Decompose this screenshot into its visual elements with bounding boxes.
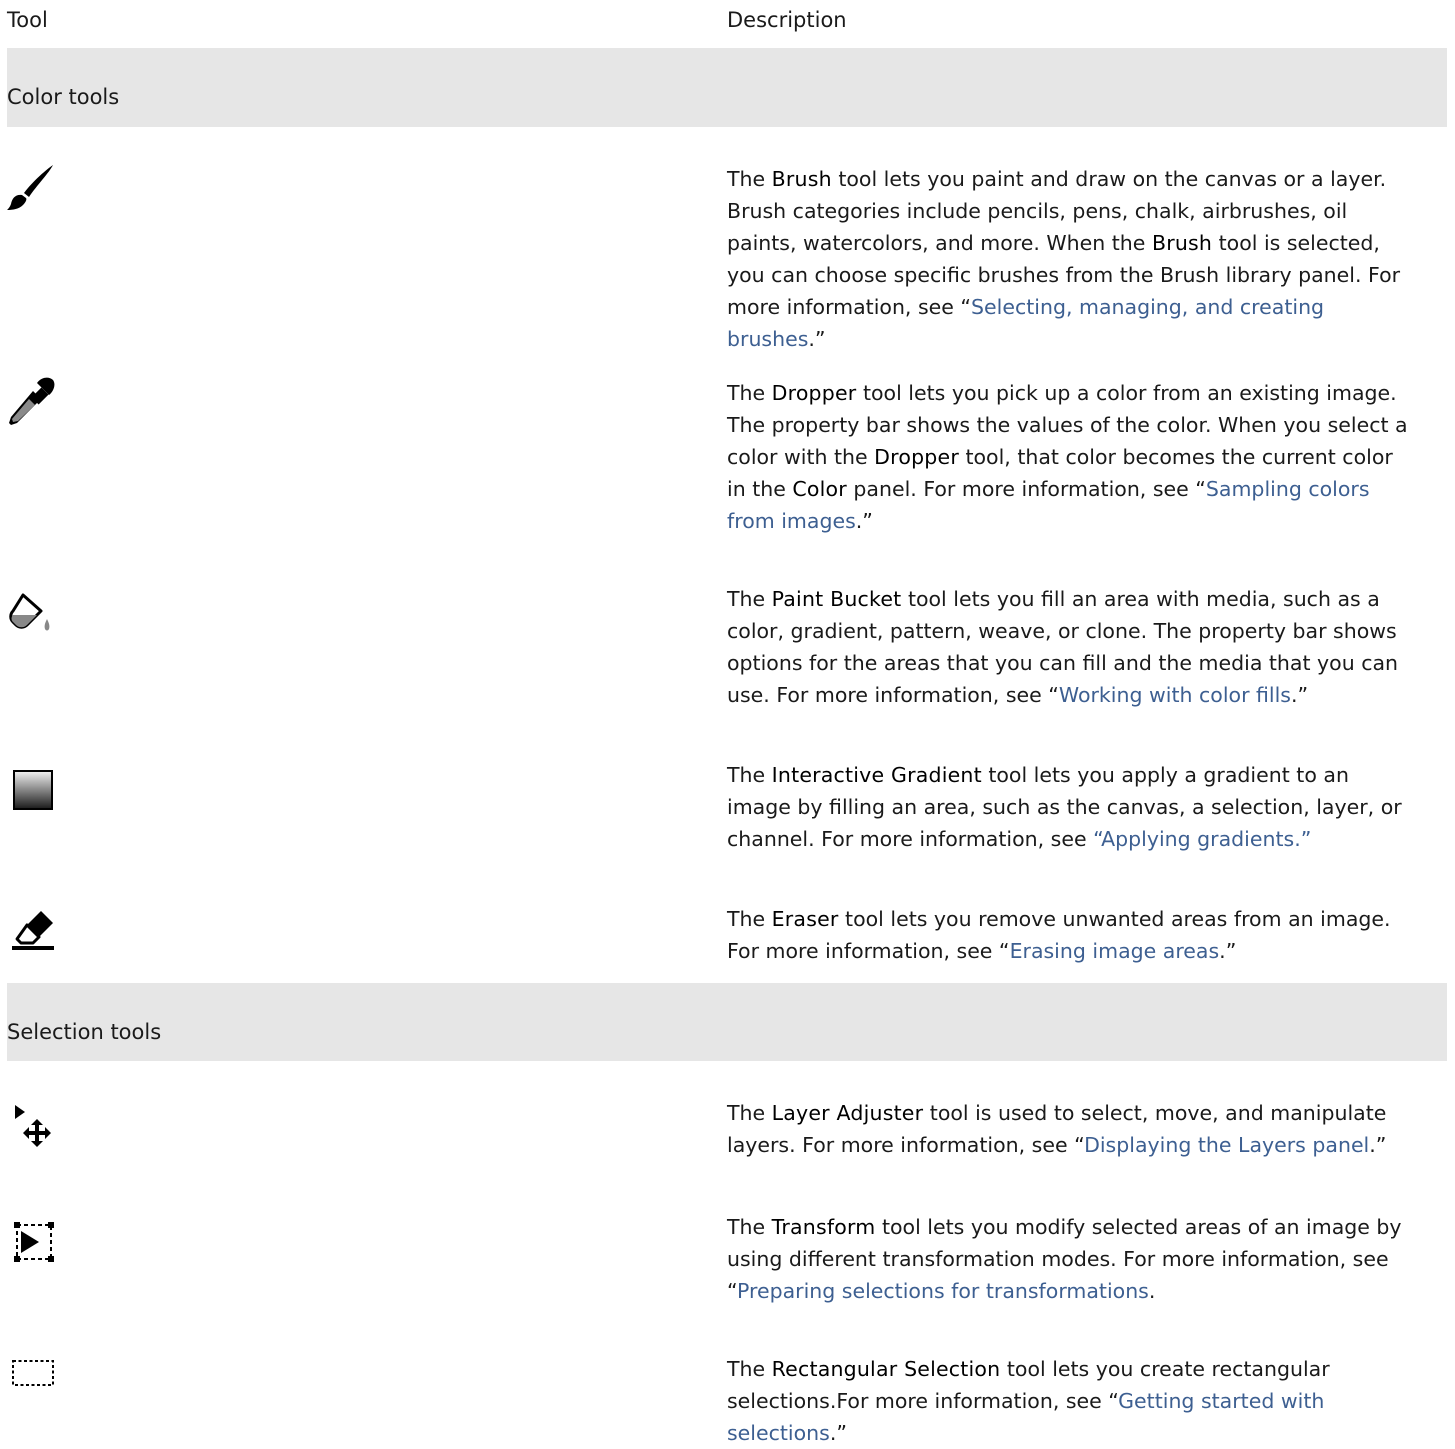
tool-name: Brush	[1151, 231, 1213, 255]
brush-description: The Brush tool lets you paint and draw o…	[727, 167, 1401, 351]
tool-name: Interactive Gradient	[771, 763, 982, 787]
eraser-icon	[7, 905, 55, 953]
transform-description: The Transform tool lets you modify selec…	[727, 1215, 1402, 1303]
layer-adjuster-description: The Layer Adjuster tool is used to selec…	[727, 1101, 1387, 1157]
tool-name: Paint Bucket	[771, 587, 902, 611]
tools-table: Tool Description Color tools The Brush t…	[0, 0, 1455, 1447]
interactive-gradient-icon	[7, 767, 55, 815]
section-title: Color tools	[7, 85, 120, 109]
tool-name: Dropper	[874, 445, 959, 469]
dropper-description: The Dropper tool lets you pick up a colo…	[727, 381, 1408, 533]
section-title: Selection tools	[7, 1020, 162, 1044]
section-color-tools: Color tools	[7, 48, 1447, 127]
brush-icon	[7, 163, 55, 211]
layer-adjuster-icon	[7, 1101, 55, 1149]
link-applying-gradients[interactable]: “Applying gradients.”	[1093, 827, 1311, 851]
rectangular-selection-icon	[7, 1351, 55, 1399]
tool-name: Color	[792, 477, 847, 501]
rectangular-selection-description: The Rectangular Selection tool lets you …	[727, 1357, 1330, 1445]
link-layers-panel[interactable]: Displaying the Layers panel	[1084, 1133, 1369, 1157]
link-color-fills[interactable]: Working with color fills	[1059, 683, 1291, 707]
header-description: Description	[727, 8, 847, 32]
tool-name: Eraser	[771, 907, 839, 931]
interactive-gradient-description: The Interactive Gradient tool lets you a…	[727, 763, 1402, 851]
paint-bucket-icon	[7, 591, 55, 639]
tool-name: Transform	[771, 1215, 876, 1239]
link-preparing-transformations[interactable]: Preparing selections for transformations	[737, 1279, 1149, 1303]
eraser-description: The Eraser tool lets you remove unwanted…	[727, 907, 1391, 963]
transform-icon	[7, 1217, 55, 1265]
tool-name: Dropper	[771, 381, 857, 405]
tool-name: Brush	[771, 167, 832, 191]
table-header: Tool Description	[0, 0, 1455, 48]
header-tool: Tool	[7, 8, 48, 32]
section-selection-tools: Selection tools	[7, 983, 1447, 1061]
tool-name: Rectangular Selection	[771, 1357, 1001, 1381]
dropper-icon	[7, 377, 55, 425]
link-erasing-areas[interactable]: Erasing image areas	[1010, 939, 1220, 963]
tool-name: Layer Adjuster	[771, 1101, 924, 1125]
paint-bucket-description: The Paint Bucket tool lets you fill an a…	[727, 587, 1399, 707]
